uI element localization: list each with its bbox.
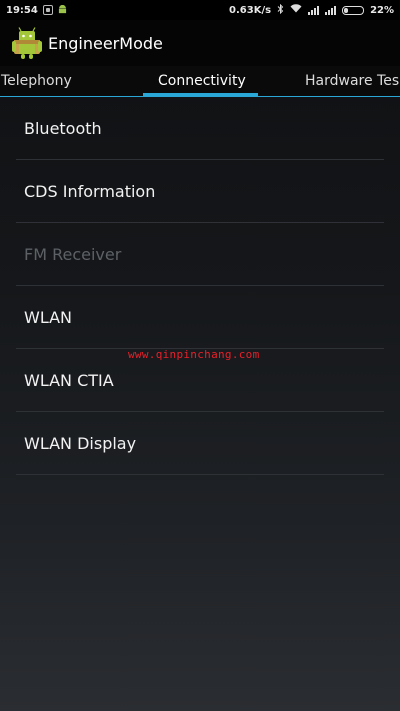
status-right: 0.63K/s 22% xyxy=(229,3,400,17)
list-item-label: WLAN Display xyxy=(24,434,137,453)
status-bar: 19:54 0.63K/s 22% xyxy=(0,0,400,20)
list-item-label: CDS Information xyxy=(24,182,156,201)
status-time: 19:54 xyxy=(6,4,38,16)
bluetooth-icon xyxy=(277,3,284,17)
signal-icon xyxy=(325,5,337,15)
android-robot-icon xyxy=(12,27,42,59)
app-title: EngineerMode xyxy=(48,33,163,53)
status-left: 19:54 xyxy=(0,5,67,16)
action-bar: EngineerMode xyxy=(0,20,400,66)
list-item-cds-information[interactable]: CDS Information xyxy=(16,160,384,223)
list-item-label: Bluetooth xyxy=(24,119,102,138)
tab-bar: Telephony Connectivity Hardware Tes xyxy=(0,66,400,97)
battery-percent: 22% xyxy=(370,4,394,16)
signal-icon xyxy=(308,5,320,15)
connectivity-list: Bluetooth CDS Information FM Receiver WL… xyxy=(0,97,400,475)
list-item-fm-receiver: FM Receiver xyxy=(16,223,384,286)
battery-fill xyxy=(344,7,349,13)
notification-box-icon xyxy=(42,5,53,15)
wifi-icon xyxy=(290,4,302,16)
list-item-label: WLAN CTIA xyxy=(24,371,114,390)
list-item-wlan-display[interactable]: WLAN Display xyxy=(16,412,384,475)
list-item-label: WLAN xyxy=(24,308,73,327)
screen: 19:54 0.63K/s 22% EngineerMode Telephony… xyxy=(0,0,400,711)
tab-telephony[interactable]: Telephony xyxy=(1,66,72,96)
list-item-wlan[interactable]: WLAN xyxy=(16,286,384,349)
battery-icon xyxy=(342,5,365,15)
watermark-text: www.qinpinchang.com xyxy=(128,348,260,361)
android-notification-icon xyxy=(58,5,66,14)
selected-tab-indicator xyxy=(143,93,258,96)
list-item-bluetooth[interactable]: Bluetooth xyxy=(16,97,384,160)
tab-hardware-testing[interactable]: Hardware Tes xyxy=(305,66,399,96)
net-speed: 0.63K/s xyxy=(229,4,272,16)
tab-connectivity[interactable]: Connectivity xyxy=(158,66,246,96)
list-item-label: FM Receiver xyxy=(24,245,122,264)
